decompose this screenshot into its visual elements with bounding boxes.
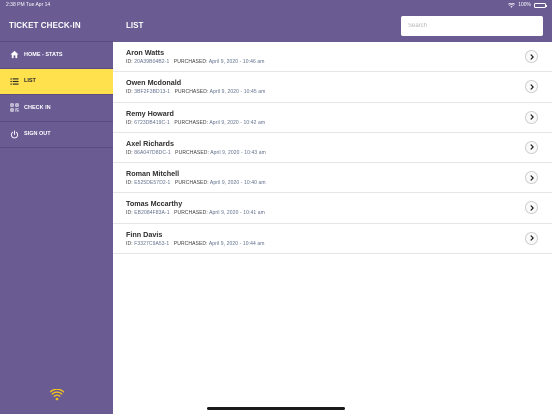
wifi-icon xyxy=(508,2,516,8)
purchased-date: April 9, 2020 - 10:42 am xyxy=(209,119,266,126)
id-label: ID: xyxy=(126,149,133,156)
attendee-name: Aron Watts xyxy=(126,48,165,57)
ticket-id: 20A39B04B2-1 xyxy=(134,59,170,65)
search-input[interactable] xyxy=(401,16,543,36)
status-time: 2:38 PM Tue Apr 14 xyxy=(6,2,51,8)
ticket-id: EB2084F83A-1 xyxy=(134,210,170,217)
purchased-date: April 9, 2020 - 10:45 am xyxy=(209,89,266,96)
purchased-label: PURCHASED: xyxy=(173,240,208,247)
ticket-list: Aron Watts ID: 20A39B04B2-1 PURCHASED: A… xyxy=(113,42,552,414)
sidebar-item-label: HOME - STATS xyxy=(24,51,63,58)
sidebar: TICKET CHECK-IN HOME - STATS LIST CHECK … xyxy=(0,0,113,414)
purchased-date: April 9, 2020 - 10:40 am xyxy=(209,180,266,187)
battery-icon xyxy=(534,2,547,8)
attendee-name: Tomas Mccarthy xyxy=(126,199,183,209)
list-item[interactable]: Aron Watts ID: 20A39B04B2-1 PURCHASED: A… xyxy=(113,42,552,73)
attendee-name: Owen Mcdonald xyxy=(126,78,182,88)
ticket-id: E525DE57D2-1 xyxy=(134,180,171,187)
list-icon xyxy=(9,76,19,86)
purchased-date: April 9, 2020 - 10:43 am xyxy=(210,149,266,156)
ticket-meta: ID: EB2084F83A-1 PURCHASED: April 9, 202… xyxy=(126,210,265,216)
purchased-label: PURCHASED: xyxy=(174,180,209,187)
purchased-date: April 9, 2020 - 10:44 am xyxy=(208,240,265,247)
ticket-meta: ID: 20A39B04B2-1 PURCHASED: April 9, 202… xyxy=(126,59,265,65)
status-right: 100% xyxy=(508,2,547,8)
chevron-right-icon[interactable] xyxy=(525,80,538,94)
qr-code-icon xyxy=(9,103,19,113)
sidebar-item-home-stats[interactable]: HOME - STATS xyxy=(0,42,113,69)
chevron-right-icon[interactable] xyxy=(525,140,538,154)
attendee-name: Axel Richards xyxy=(126,138,174,148)
list-item[interactable]: Finn Davis ID: F3327C9A53-1 PURCHASED: A… xyxy=(113,224,552,255)
list-item[interactable]: Roman Mitchell ID: E525DE57D2-1 PURCHASE… xyxy=(113,163,552,194)
sidebar-item-sign-out[interactable]: SIGN OUT xyxy=(0,122,113,148)
list-item[interactable]: Tomas Mccarthy ID: EB2084F83A-1 PURCHASE… xyxy=(113,193,552,224)
purchased-label: PURCHASED: xyxy=(174,210,208,217)
ticket-meta: ID: E525DE57D2-1 PURCHASED: April 9, 202… xyxy=(126,180,266,186)
ticket-id: 6723DB419C-1 xyxy=(134,119,170,126)
chevron-right-icon[interactable] xyxy=(525,231,538,245)
ticket-meta: ID: 86A047D8DC-1 PURCHASED: April 9, 202… xyxy=(126,150,266,156)
id-label: ID: xyxy=(126,210,133,217)
status-bar: 2:38 PM Tue Apr 14 100% xyxy=(0,0,552,10)
id-label: ID: xyxy=(126,89,133,96)
ticket-id: 3BF2F3BD13-1 xyxy=(134,89,171,96)
battery-percent: 100% xyxy=(518,2,531,8)
ticket-id: F3327C9A53-1 xyxy=(134,240,170,247)
wifi-icon xyxy=(50,389,64,401)
list-item[interactable]: Axel Richards ID: 86A047D8DC-1 PURCHASED… xyxy=(113,133,552,164)
sidebar-item-check-in[interactable]: CHECK IN xyxy=(0,95,113,122)
purchased-label: PURCHASED: xyxy=(175,149,209,156)
list-item[interactable]: Remy Howard ID: 6723DB419C-1 PURCHASED: … xyxy=(113,103,552,133)
home-icon xyxy=(9,50,19,60)
id-label: ID: xyxy=(126,59,133,65)
chevron-right-icon[interactable] xyxy=(525,50,538,63)
purchased-label: PURCHASED: xyxy=(173,59,208,65)
purchased-label: PURCHASED: xyxy=(174,119,209,126)
chevron-right-icon[interactable] xyxy=(525,171,538,185)
sidebar-item-label: CHECK IN xyxy=(24,104,51,111)
chevron-right-icon[interactable] xyxy=(525,110,538,124)
purchased-label: PURCHASED: xyxy=(174,89,209,96)
id-label: ID: xyxy=(126,240,133,247)
chevron-right-icon[interactable] xyxy=(525,201,538,215)
home-indicator[interactable] xyxy=(207,407,345,410)
attendee-name: Roman Mitchell xyxy=(126,169,180,179)
ticket-id: 86A047D8DC-1 xyxy=(134,149,171,156)
list-item[interactable]: Owen Mcdonald ID: 3BF2F3BD13-1 PURCHASED… xyxy=(113,72,552,103)
page-title: LIST xyxy=(126,21,144,30)
attendee-name: Remy Howard xyxy=(126,108,174,118)
sidebar-item-label: LIST xyxy=(24,78,36,85)
ticket-meta: ID: 3BF2F3BD13-1 PURCHASED: April 9, 202… xyxy=(126,89,265,95)
sidebar-item-label: SIGN OUT xyxy=(24,131,51,138)
attendee-name: Finn Davis xyxy=(126,229,163,239)
sidebar-nav: HOME - STATS LIST CHECK IN SIGN OUT xyxy=(0,42,113,148)
id-label: ID: xyxy=(126,119,133,126)
sidebar-item-list[interactable]: LIST xyxy=(0,68,113,95)
power-icon xyxy=(9,129,19,139)
id-label: ID: xyxy=(126,180,133,187)
purchased-date: April 9, 2020 - 10:41 am xyxy=(209,210,265,217)
purchased-date: April 9, 2020 - 10:46 am xyxy=(208,59,265,65)
ticket-meta: ID: 6723DB419C-1 PURCHASED: April 9, 202… xyxy=(126,120,265,126)
app-title: TICKET CHECK-IN xyxy=(9,21,81,30)
ticket-meta: ID: F3327C9A53-1 PURCHASED: April 9, 202… xyxy=(126,241,265,247)
